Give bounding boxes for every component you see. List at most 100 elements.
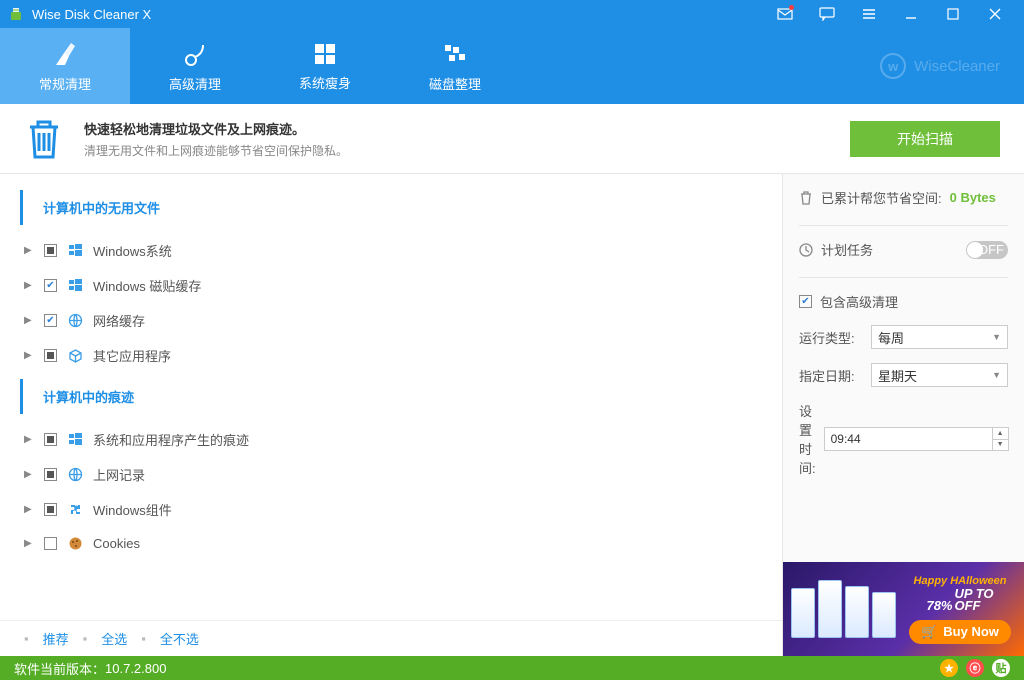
- saved-value: 0 Bytes: [950, 190, 996, 205]
- nav-disk-defrag[interactable]: 磁盘整理: [390, 28, 520, 104]
- deselect-all-link[interactable]: 全不选: [160, 629, 199, 648]
- runtype-select[interactable]: 每周 ▼: [871, 325, 1008, 349]
- list-item[interactable]: ▶Windows组件: [0, 492, 782, 527]
- item-checkbox[interactable]: [44, 349, 57, 362]
- spin-down[interactable]: ▼: [993, 440, 1008, 451]
- nav-advanced-clean[interactable]: 高级清理: [130, 28, 260, 104]
- include-adv-label: 包含高级清理: [820, 292, 898, 311]
- schedule-line: 计划任务 OFF: [799, 240, 1008, 259]
- star-icon[interactable]: ★: [940, 659, 958, 677]
- date-label: 指定日期:: [799, 366, 863, 385]
- item-label: Windows系统: [93, 241, 172, 260]
- include-adv-row: 包含高级清理: [799, 292, 1008, 311]
- item-label: Cookies: [93, 536, 140, 551]
- item-label: 网络缓存: [93, 311, 145, 330]
- start-scan-button[interactable]: 开始扫描: [850, 121, 1000, 157]
- list-item[interactable]: ▶其它应用程序: [0, 338, 782, 373]
- list-item[interactable]: ▶ Cookies: [0, 527, 782, 559]
- chevron-down-icon: ▼: [992, 332, 1001, 342]
- broom-icon: [51, 40, 79, 68]
- expand-icon[interactable]: ▶: [24, 469, 34, 480]
- time-input[interactable]: [825, 428, 992, 450]
- app-title: Wise Disk Cleaner X: [32, 7, 764, 22]
- section-title: 计算机中的无用文件: [20, 190, 782, 225]
- include-adv-checkbox[interactable]: [799, 295, 812, 308]
- recommend-link[interactable]: 推荐: [43, 629, 69, 648]
- cookie-icon: [67, 535, 83, 551]
- maximize-button[interactable]: [932, 0, 974, 28]
- item-checkbox[interactable]: [44, 279, 57, 292]
- chevron-down-icon: ▼: [992, 370, 1001, 380]
- divider: [799, 277, 1008, 278]
- menu-icon[interactable]: [848, 0, 890, 28]
- close-button[interactable]: [974, 0, 1016, 28]
- bullet-icon: ▪: [83, 631, 88, 646]
- weibo-icon[interactable]: ⓔ: [966, 659, 984, 677]
- expand-icon[interactable]: ▶: [24, 538, 34, 549]
- item-checkbox[interactable]: [44, 244, 57, 257]
- version-value: 10.7.2.800: [105, 661, 166, 676]
- expand-icon[interactable]: ▶: [24, 434, 34, 445]
- item-checkbox[interactable]: [44, 433, 57, 446]
- bullet-icon: ▪: [141, 631, 146, 646]
- right-pane: 已累计帮您节省空间: 0 Bytes 计划任务 OFF 包含高级清理 运行类型:…: [782, 174, 1024, 656]
- trash-icon: [24, 117, 64, 161]
- globe-icon: [67, 467, 83, 483]
- time-row: 设置时间: ▲▼: [799, 401, 1008, 477]
- promo-boxes-icon: [791, 580, 896, 638]
- bullet-icon: ▪: [24, 631, 29, 646]
- disks-icon: [441, 40, 469, 68]
- date-row: 指定日期: 星期天 ▼: [799, 363, 1008, 387]
- item-checkbox[interactable]: [44, 537, 57, 550]
- item-checkbox[interactable]: [44, 468, 57, 481]
- expand-icon[interactable]: ▶: [24, 315, 34, 326]
- item-label: 系统和应用程序产生的痕迹: [93, 430, 249, 449]
- time-input-wrap: ▲▼: [824, 427, 1009, 451]
- clock-icon: [799, 243, 813, 257]
- runtype-value: 每周: [878, 328, 904, 347]
- date-select[interactable]: 星期天 ▼: [871, 363, 1008, 387]
- list-item[interactable]: ▶ Windows系统: [0, 233, 782, 268]
- win-icon: [67, 243, 83, 259]
- nav-bar: 常规清理 高级清理 系统瘦身 磁盘整理 w WiseCleaner: [0, 28, 1024, 104]
- promo-pct: 78%UP TOOFF: [926, 589, 993, 616]
- info-text: 快速轻松地清理垃圾文件及上网痕迹。 清理无用文件和上网痕迹能够节省空间保护隐私。: [84, 119, 348, 159]
- runtype-label: 运行类型:: [799, 328, 863, 347]
- tieba-icon[interactable]: 贴: [992, 659, 1010, 677]
- title-bar: Wise Disk Cleaner X: [0, 0, 1024, 28]
- list-item[interactable]: ▶ 网络缓存: [0, 303, 782, 338]
- date-value: 星期天: [878, 366, 917, 385]
- schedule-toggle[interactable]: OFF: [966, 241, 1008, 259]
- nav-label: 磁盘整理: [429, 74, 481, 93]
- footer-links: ▪ 推荐 ▪ 全选 ▪ 全不选: [0, 620, 782, 656]
- mail-icon[interactable]: [764, 0, 806, 28]
- time-label: 设置时间:: [799, 401, 816, 477]
- buy-now-button[interactable]: 🛒Buy Now: [909, 620, 1011, 644]
- expand-icon[interactable]: ▶: [24, 504, 34, 515]
- win-icon: [67, 432, 83, 448]
- expand-icon[interactable]: ▶: [24, 350, 34, 361]
- nav-system-slim[interactable]: 系统瘦身: [260, 28, 390, 104]
- section-title: 计算机中的痕迹: [20, 379, 782, 414]
- toggle-text: OFF: [978, 242, 1004, 257]
- item-label: Windows 磁贴缓存: [93, 276, 201, 295]
- info-sub: 清理无用文件和上网痕迹能够节省空间保护隐私。: [84, 142, 348, 159]
- cart-icon: 🛒: [921, 624, 937, 640]
- expand-icon[interactable]: ▶: [24, 280, 34, 291]
- spin-up[interactable]: ▲: [993, 428, 1008, 440]
- list-item[interactable]: ▶上网记录: [0, 457, 782, 492]
- feedback-icon[interactable]: [806, 0, 848, 28]
- select-all-link[interactable]: 全选: [101, 629, 127, 648]
- scroll-area[interactable]: 计算机中的无用文件 ▶ Windows系统 ▶ Windows 磁贴缓存 ▶ 网络缓存 ▶其…: [0, 184, 782, 620]
- minimize-button[interactable]: [890, 0, 932, 28]
- list-item[interactable]: ▶ Windows 磁贴缓存: [0, 268, 782, 303]
- app-icon: [8, 6, 24, 22]
- item-checkbox[interactable]: [44, 503, 57, 516]
- expand-icon[interactable]: ▶: [24, 245, 34, 256]
- list-item[interactable]: ▶ 系统和应用程序产生的痕迹: [0, 422, 782, 457]
- box-icon: [67, 348, 83, 364]
- promo-banner[interactable]: Happy HAlloween 78%UP TOOFF 🛒Buy Now: [783, 562, 1024, 656]
- version-label: 软件当前版本：: [14, 659, 105, 678]
- nav-common-clean[interactable]: 常规清理: [0, 28, 130, 104]
- item-checkbox[interactable]: [44, 314, 57, 327]
